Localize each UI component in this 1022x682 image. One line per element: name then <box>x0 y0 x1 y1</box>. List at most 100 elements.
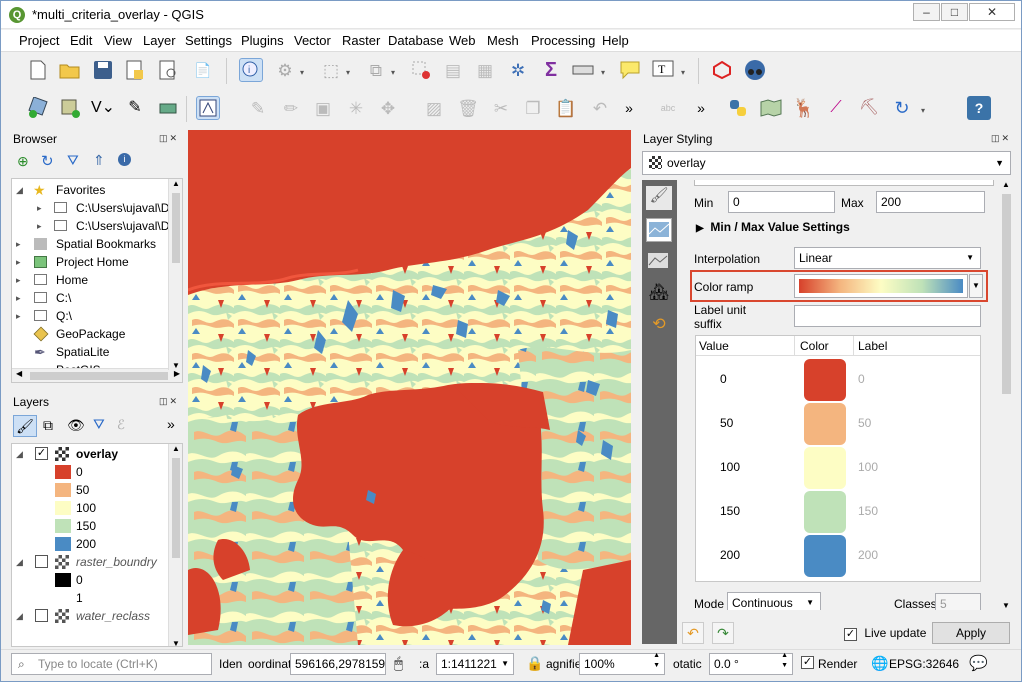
layer-icon[interactable] <box>156 96 180 120</box>
histogram-tab-icon[interactable] <box>646 250 672 274</box>
quickmapservices-icon[interactable] <box>743 58 767 82</box>
row-color-swatch[interactable] <box>804 359 846 401</box>
crs-button[interactable]: EPSG:32646 <box>889 657 959 671</box>
delete-selected-icon[interactable]: 🗑 <box>456 96 480 120</box>
min-input[interactable]: 0 <box>728 191 835 213</box>
layer-visibility-checkbox[interactable]: ✓ <box>35 447 48 460</box>
rendering-tab-icon[interactable]: ⟲ <box>646 314 672 338</box>
menu-mesh[interactable]: Mesh <box>487 33 519 48</box>
paste-features-icon[interactable]: 📋 <box>554 96 578 120</box>
dock-float-close-icon[interactable]: ◫✕ <box>991 133 1011 144</box>
menu-vector[interactable]: Vector <box>294 33 331 48</box>
render-checkbox[interactable]: ✓ <box>801 656 814 669</box>
chevron-down-icon[interactable]: ▾ <box>346 68 354 77</box>
menu-help[interactable]: Help <box>602 33 629 48</box>
tree-item-project-home[interactable]: ▸ Project Home <box>12 253 182 271</box>
mode-select[interactable]: Continuous ▼ <box>727 592 821 610</box>
vertical-scrollbar[interactable]: ▲ ▼ <box>168 444 182 646</box>
refresh-icon[interactable]: ↻ <box>890 96 914 120</box>
close-button[interactable]: ✕ <box>969 3 1015 21</box>
more-tools-icon[interactable]: » <box>617 96 641 120</box>
row-label[interactable]: 100 <box>858 460 878 474</box>
vertical-scrollbar[interactable]: ▲ ▼ <box>999 180 1013 610</box>
toggle-editing-icon[interactable]: ✏ <box>279 96 303 120</box>
filter-icon[interactable]: ⛛ <box>93 416 105 433</box>
tree-item-folder-2[interactable]: ▸ C:\Users\ujaval\D <box>12 217 182 235</box>
new-project-icon[interactable] <box>26 58 50 82</box>
tree-item-home[interactable]: ▸ Home <box>12 271 182 289</box>
menu-raster[interactable]: Raster <box>342 33 380 48</box>
chevron-down-icon[interactable]: ▾ <box>921 106 929 115</box>
live-update-toggle[interactable]: ✓ Live update <box>844 626 926 641</box>
menu-project[interactable]: Project <box>19 33 59 48</box>
scale-select[interactable]: 1:1411221 ▼ <box>436 653 514 675</box>
chevron-down-icon[interactable]: ▾ <box>391 68 399 77</box>
menu-processing[interactable]: Processing <box>531 33 595 48</box>
filter-icon[interactable]: ⛛ <box>67 152 79 169</box>
mouse-coordinates-icon[interactable]: 🖱 <box>394 655 403 672</box>
layer-overlay[interactable]: ◢ ✓ overlay <box>12 445 168 463</box>
collapse-all-icon[interactable]: ⇑ <box>93 152 105 169</box>
refresh-icon[interactable]: ↻ <box>41 152 54 170</box>
row-label[interactable]: 0 <box>858 372 865 386</box>
pick-tool-icon[interactable]: ⛏ <box>857 96 881 120</box>
table-row[interactable]: 150 150 <box>696 490 980 534</box>
menu-plugins[interactable]: Plugins <box>241 33 284 48</box>
menu-web[interactable]: Web <box>449 33 476 48</box>
save-project-icon[interactable] <box>91 58 115 82</box>
chevron-down-icon[interactable]: ▾ <box>300 68 308 77</box>
row-label[interactable]: 200 <box>858 548 878 562</box>
visibility-eye-icon[interactable]: 👁 <box>67 417 85 434</box>
row-color-swatch[interactable] <box>804 491 846 533</box>
horizontal-scrollbar[interactable]: ◀ ▶ <box>12 368 182 382</box>
tree-item-spatialite[interactable]: ✒ SpatiaLite <box>12 343 182 361</box>
create-layer-icon[interactable]: V⌄ <box>91 96 115 120</box>
apply-button[interactable]: Apply <box>932 622 1010 644</box>
copy-features-icon[interactable]: ❐ <box>521 96 545 120</box>
help-icon[interactable]: ? <box>967 96 991 120</box>
deselect-all-icon[interactable] <box>409 58 433 82</box>
tree-item-folder-1[interactable]: ▸ C:\Users\ujaval\D <box>12 199 182 217</box>
magnifier-spinbox[interactable]: 100% ▲ ▼ <box>579 652 665 675</box>
metasearch-icon[interactable] <box>759 96 783 120</box>
rotation-spinbox[interactable]: 0.0 ° ▲ ▼ <box>709 652 793 675</box>
layer-selector-combobox[interactable]: overlay ▼ <box>642 151 1011 175</box>
digitize-icon[interactable]: ✎ <box>123 96 147 120</box>
undo-icon[interactable]: ↶ <box>682 622 704 644</box>
style-brush-icon[interactable]: 🖌 <box>13 415 37 437</box>
coordinate-input[interactable]: 596166,2978159 <box>290 653 386 675</box>
row-color-swatch[interactable] <box>804 535 846 577</box>
table-header-value[interactable]: Value <box>699 339 729 353</box>
dock-float-close-icon[interactable]: ◫✕ <box>159 133 179 144</box>
locator-search-input[interactable]: ⌕ Type to locate (Ctrl+K) <box>11 653 212 675</box>
layer-water-reclass[interactable]: ◢ water_reclass <box>12 607 168 625</box>
select-features-icon[interactable]: ⬚ <box>319 58 343 82</box>
transparency-tab-icon[interactable]: 🏘 <box>646 282 672 306</box>
table-header-color[interactable]: Color <box>800 339 829 353</box>
cut-features-icon[interactable]: ✂ <box>489 96 513 120</box>
expression-filter-icon[interactable]: ℰ <box>117 417 125 433</box>
add-raster-layer-icon[interactable] <box>58 96 82 120</box>
more-tools-icon[interactable]: » <box>167 416 175 432</box>
layer-raster-boundry[interactable]: ◢ raster_boundry <box>12 553 168 571</box>
menu-layer[interactable]: Layer <box>143 33 176 48</box>
row-color-swatch[interactable] <box>804 447 846 489</box>
text-annotation-icon[interactable]: T <box>651 58 675 82</box>
row-value[interactable]: 0 <box>720 372 727 386</box>
move-feature-icon[interactable]: ✥ <box>376 96 400 120</box>
classes-spinbox[interactable]: 5 <box>935 593 981 610</box>
maximize-button[interactable]: □ <box>941 3 968 21</box>
row-label[interactable]: 50 <box>858 416 871 430</box>
history-tab-icon[interactable]: 🖌 <box>646 186 672 210</box>
max-input[interactable]: 200 <box>876 191 985 213</box>
tree-item-q-drive[interactable]: ▸ Q:\ <box>12 307 182 325</box>
undo-icon[interactable]: ↶ <box>588 96 612 120</box>
row-label[interactable]: 150 <box>858 504 878 518</box>
layer-visibility-checkbox[interactable] <box>35 609 48 622</box>
info-icon[interactable]: i <box>118 153 131 166</box>
messages-icon[interactable]: 💬 <box>969 654 988 672</box>
map-tips-icon[interactable] <box>618 58 642 82</box>
identify-icon[interactable]: i <box>239 58 263 82</box>
table-row[interactable]: 200 200 <box>696 534 980 578</box>
menu-database[interactable]: Database <box>388 33 444 48</box>
